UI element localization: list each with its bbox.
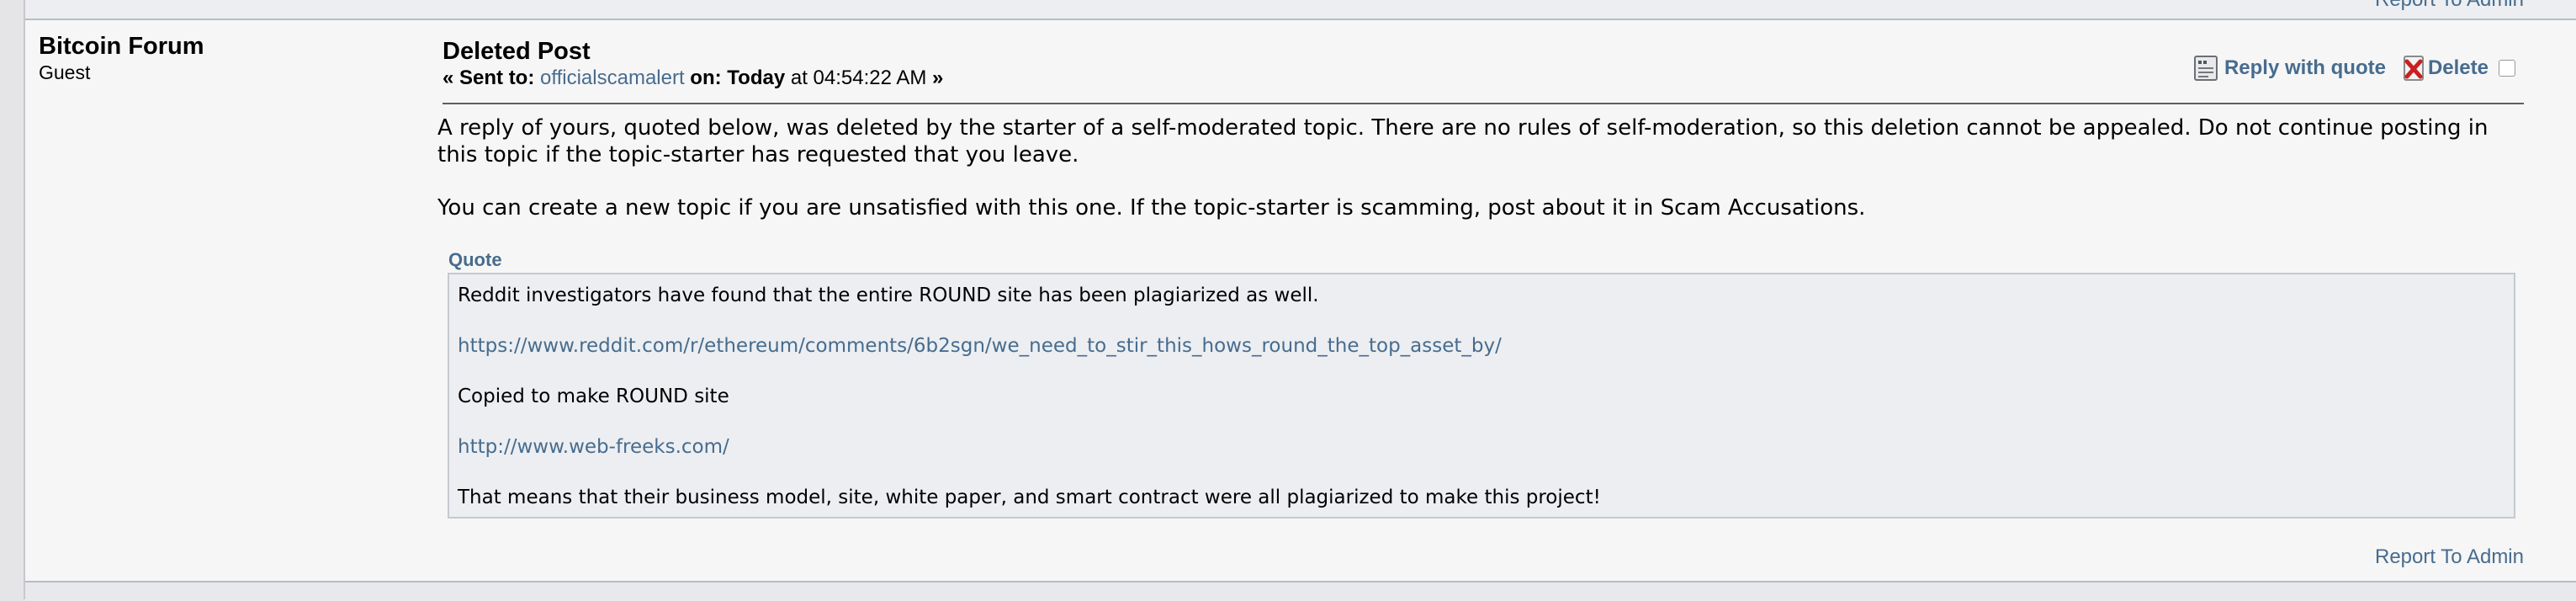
sent-suffix: » [926, 66, 944, 89]
delete-select-checkbox[interactable] [2499, 60, 2515, 77]
post-actions: Reply with quote Delete [2193, 54, 2515, 82]
reply-with-quote-button[interactable]: Reply with quote [2193, 56, 2386, 81]
poster-name: Bitcoin Forum [39, 33, 204, 60]
body-paragraph-1: A reply of yours, quoted below, was dele… [437, 115, 2489, 168]
quote-reddit-link[interactable]: https://www.reddit.com/r/ethereum/commen… [458, 335, 1502, 357]
poster-info: Bitcoin Forum Guest [39, 32, 204, 84]
delete-label: Delete [2427, 56, 2489, 79]
reply-quote-icon [2193, 56, 2218, 81]
next-post-divider [25, 581, 2576, 601]
reply-with-quote-label: Reply with quote [2224, 56, 2386, 79]
time-text: at 04:54:22 AM [785, 66, 927, 89]
recipient-link[interactable]: officialscamalert [540, 66, 685, 89]
body-paragraph-2: You can create a new topic if you are un… [437, 195, 1866, 221]
poster-rank: Guest [39, 61, 91, 83]
quote-line-1: Reddit investigators have found that the… [458, 285, 1319, 306]
sent-prefix: « Sent to: [443, 66, 541, 89]
quote-webfreeks-link[interactable]: http://www.web-freeks.com/ [458, 436, 729, 458]
delete-button[interactable]: Delete [2386, 54, 2489, 82]
post-body: A reply of yours, quoted below, was dele… [437, 114, 2522, 221]
on-label: on: [684, 66, 728, 89]
previous-report-to-admin-link[interactable]: Report To Admin [2375, 0, 2524, 12]
post-header: Deleted Post « Sent to: officialscamaler… [443, 37, 2524, 104]
post-subject: Deleted Post [443, 38, 591, 65]
delete-x-icon [2403, 56, 2424, 81]
previous-post-footer: Report To Admin [25, 0, 2576, 20]
date-word: Today [727, 66, 786, 89]
quote-header[interactable]: Quote [448, 249, 502, 271]
sent-to-line: « Sent to: officialscamalert on: Today a… [443, 66, 943, 91]
quote-box: Reddit investigators have found that the… [448, 273, 2515, 519]
report-to-admin-link[interactable]: Report To Admin [2375, 545, 2524, 569]
quote-line-2: Copied to make ROUND site [458, 386, 729, 407]
quote-line-3: That means that their business model, si… [458, 487, 1601, 508]
